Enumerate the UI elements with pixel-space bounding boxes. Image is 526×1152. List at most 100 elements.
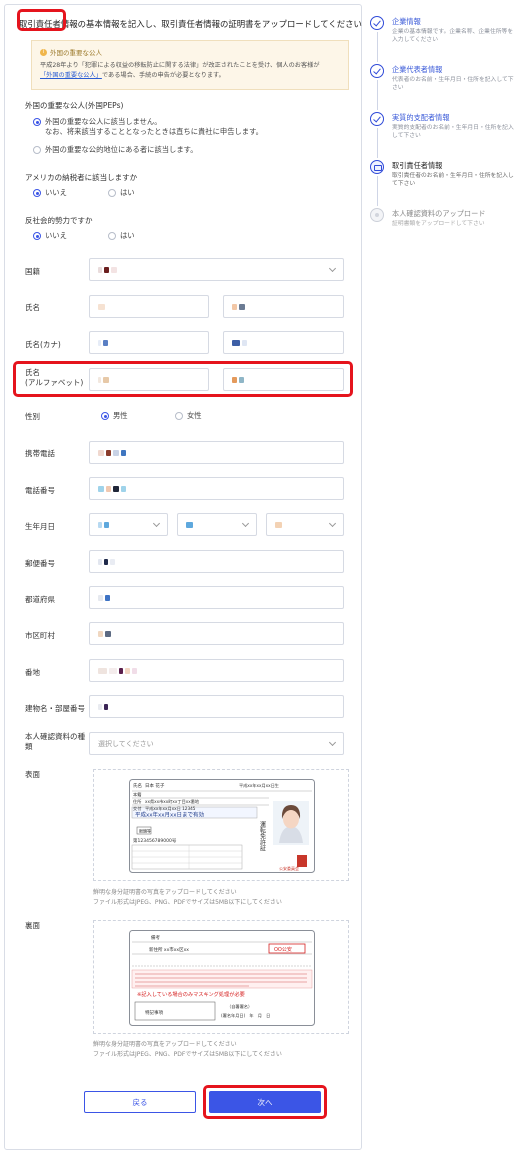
front-upload-area[interactable]: 氏名 日本 花子 平成xx年xx月xx日生 本籍 住所 xx県xx市xx町xx丁… [93,769,349,881]
lic-issue-label: 交付 [133,805,141,812]
back-stamp: OO公安 [274,946,292,953]
lic-number: 第123456789000号 [133,837,177,844]
anti-social-yes-label: はい [120,231,135,240]
front-upload-hint: 鮮明な身分証明書の写真をアップロードしてください ファイル形式はJPEG、PNG… [93,888,282,908]
highlight-name-alpha [13,361,353,397]
peps-option-1[interactable]: 外国の重要な公人に該当しません。 なお、将来該当することとなったときは直ちに貴社に… [33,117,263,137]
lic-issue: 平成xx年xx月xx日 12345 [145,805,196,812]
front-label: 表面 [25,770,40,779]
us-tax-no-label: いいえ [45,188,67,197]
birth-year-select[interactable] [89,513,168,536]
step-title: 企業情報 [392,17,421,26]
notice-heading: 外国の重要な公人 [50,49,102,57]
radio-checked[interactable] [33,232,41,240]
check-circle-icon [370,112,384,126]
front-hint-2: ファイル形式はJPEG、PNG、PDFでサイズは5MB以下にしてください [93,899,282,906]
back-label: 裏面 [25,921,40,930]
peps-notice: i 外国の重要な公人 平成28年より「犯罪による収益の移転防止に関する法律」が改… [31,40,349,90]
radio-checked[interactable] [33,118,41,126]
birth-month-select[interactable] [177,513,257,536]
city-input[interactable] [89,622,344,645]
radio-checked[interactable] [33,189,41,197]
id-type-select[interactable]: 選択してください [89,732,344,755]
postal-input[interactable] [89,550,344,573]
radio-unchecked[interactable] [33,146,41,154]
prefecture-label: 都道府県 [25,595,55,604]
country-label: 国籍 [25,267,40,276]
step-desc: 企業の基本情報です。企業名称、企業住所等を入力してください [392,29,514,43]
last-name-kana-input[interactable] [89,331,209,354]
gender-female[interactable]: 女性 [175,411,202,421]
step-desc: 代表者のお名前・生年月日・住所を記入して下さい [392,77,514,91]
step-title: 取引責任者情報 [392,161,443,170]
lic-side-text: 運転免許証 [259,821,266,852]
building-input[interactable] [89,695,344,718]
id-type-label-2: 類 [25,742,33,751]
radio-unchecked[interactable] [108,232,116,240]
mobile-input[interactable] [89,441,344,464]
id-card-icon [370,160,384,174]
pending-circle-icon [370,208,384,222]
mobile-label: 携帯電話 [25,449,55,458]
name-label: 氏名 [25,303,40,312]
step-upload: 本人確認資料のアップロード 証明書類をアップロードして下さい [366,206,522,236]
page-title: 取引責任者情報の基本情報を記入し、取引責任者情報の証明書をアップロードしてくださ… [19,19,362,29]
back-sign: （自署署名） [227,1003,252,1010]
lic-seal: 公安委員会 [279,865,299,871]
radio-checked[interactable] [101,412,109,420]
id-type-label: 本人確認資料の種 類 [25,732,85,752]
us-tax-no[interactable]: いいえ [33,188,67,198]
step-desc: 取引責任者のお名前・生年月日・住所を記入して下さい [392,173,514,187]
lic-address: xx県xx市xx町xx丁目xx番地 [145,798,200,805]
lic-valid: 平成xx年xx月xx日まで有効 [135,811,205,819]
front-hint-1: 鮮明な身分証明書の写真をアップロードしてください [93,889,237,896]
lic-name-label: 氏名 [133,782,142,789]
address-label: 番地 [25,668,40,677]
back-button[interactable]: 戻る [84,1091,196,1113]
license-back-sample: 備考 新住所 xx市xx区xx OO公安 ※記入している場合のみマスキング処理が… [129,930,315,1026]
peps-label: 外国の重要な公人(外国PEPs) [25,101,124,110]
radio-unchecked[interactable] [175,412,183,420]
back-upload-area[interactable]: 備考 新住所 xx市xx区xx OO公安 ※記入している場合のみマスキング処理が… [93,920,349,1034]
us-tax-yes-label: はい [120,188,135,197]
country-select[interactable] [89,258,344,281]
us-tax-yes[interactable]: はい [108,188,135,198]
form-panel: 取引責任者情報の基本情報を記入し、取引責任者情報の証明書をアップロードしてくださ… [4,4,362,1150]
step-desc: 実質的支配者のお名前・生年月日・住所を記入して下さい [392,125,514,139]
chevron-down-icon [328,738,337,747]
step-beneficial-owner: 実質的支配者情報 実質的支配者のお名前・生年月日・住所を記入して下さい [366,110,522,158]
back-new-address: 新住所 xx市xx区xx [149,946,189,953]
check-circle-icon [370,16,384,30]
name-kana-label: 氏名(カナ) [25,340,61,349]
address-input[interactable] [89,659,344,682]
city-label: 市区町村 [25,631,55,640]
first-name-input[interactable] [223,295,344,318]
gender-male[interactable]: 男性 [101,411,128,421]
lic-name: 日本 花子 [145,782,165,789]
back-sign-date: (署名年月日) 年 月 日 [221,1012,270,1019]
check-circle-icon [370,64,384,78]
phone-input[interactable] [89,477,344,500]
peps-option-2[interactable]: 外国の重要な公的地位にある者に該当します。 [33,145,198,155]
building-label: 建物名・部屋番号 [25,704,85,713]
peps-option-2-label: 外国の重要な公的地位にある者に該当します。 [45,145,198,154]
license-front-sample: 氏名 日本 花子 平成xx年xx月xx日生 本籍 住所 xx県xx市xx町xx丁… [129,779,315,873]
radio-unchecked[interactable] [108,189,116,197]
lic-address-label: 住所 [133,798,141,805]
notice-link[interactable]: 「外国の重要な公人」 [40,72,102,79]
chevron-down-icon [152,519,161,528]
first-name-kana-input[interactable] [223,331,344,354]
lic-birth: 平成xx年xx月xx日生 [239,782,279,789]
us-tax-label: アメリカの納税者に該当しますか [25,173,138,182]
anti-social-no[interactable]: いいえ [33,231,67,241]
birth-day-select[interactable] [266,513,344,536]
id-type-placeholder: 選択してください [98,739,154,748]
highlight-next-button [203,1085,327,1119]
postal-label: 郵便番号 [25,559,55,568]
last-name-input[interactable] [89,295,209,318]
notice-text-1: 平成28年より「犯罪による収益の移転防止に関する法律」が改正されたことを受け、個… [40,62,320,69]
gender-male-label: 男性 [113,411,128,420]
gender-female-label: 女性 [187,411,202,420]
anti-social-yes[interactable]: はい [108,231,135,241]
prefecture-input[interactable] [89,586,344,609]
